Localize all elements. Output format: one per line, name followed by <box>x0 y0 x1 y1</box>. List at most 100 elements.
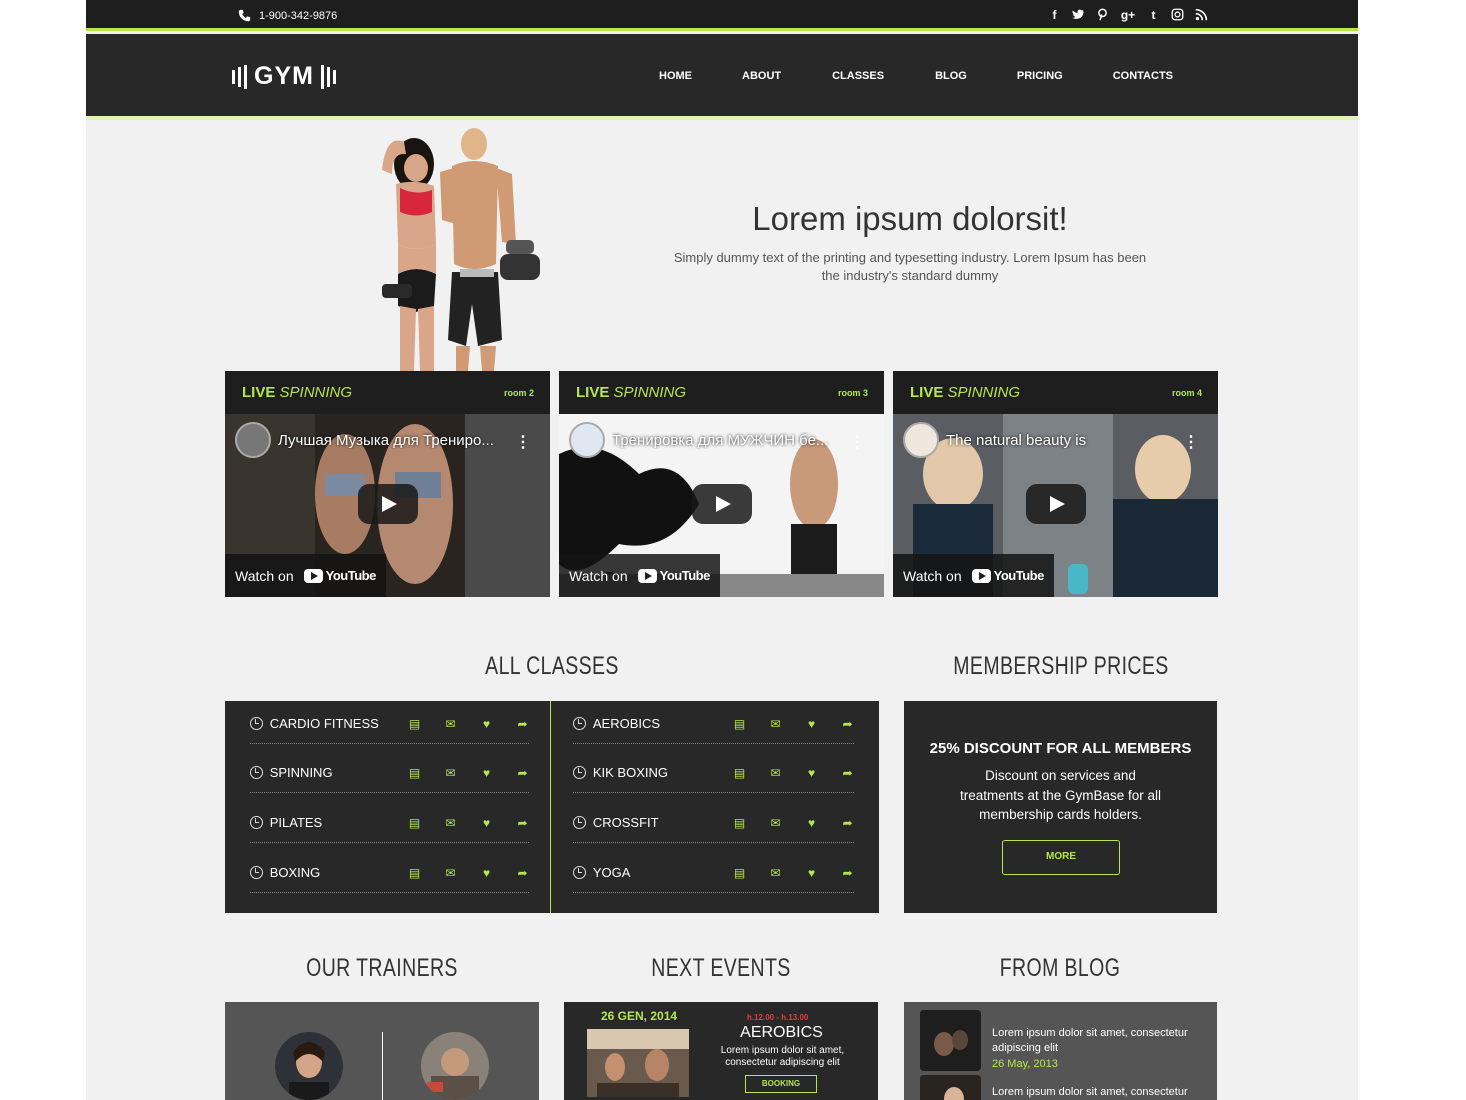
class-name[interactable]: BOXING <box>270 865 408 880</box>
mail-icon[interactable]: ✉ <box>444 718 457 730</box>
blog-thumbnail[interactable] <box>920 1075 981 1100</box>
share-icon[interactable]: ➦ <box>516 817 529 829</box>
event-date: 26 GEN, 2014 <box>601 1009 678 1023</box>
class-row[interactable]: CROSSFIT ▤ ✉ ♥ ➦ <box>573 803 854 843</box>
mail-icon[interactable]: ✉ <box>769 817 782 829</box>
mail-icon[interactable]: ✉ <box>769 867 782 879</box>
nav-home[interactable]: HOME <box>659 70 692 82</box>
more-vert-icon[interactable]: ⋮ <box>1183 432 1199 452</box>
video-title[interactable]: Лучшая Музыка для Трениро... <box>278 432 508 449</box>
blog-title[interactable]: Lorem ipsum dolor sit amet, consectetur <box>992 1085 1207 1100</box>
heart-icon[interactable]: ♥ <box>805 767 818 779</box>
nav-about[interactable]: ABOUT <box>742 70 781 82</box>
youtube-logo-icon: YouTube <box>303 568 376 583</box>
youtube-embed[interactable]: The natural beauty is ⋮ Watch on YouTube <box>893 414 1218 597</box>
share-icon[interactable]: ➦ <box>516 767 529 779</box>
event-time: h.12.00 - h.13.00 <box>747 1013 809 1022</box>
play-button-icon[interactable] <box>692 484 752 524</box>
class-name[interactable]: AEROBICS <box>593 716 733 731</box>
nav-classes[interactable]: CLASSES <box>832 70 884 82</box>
class-name[interactable]: PILATES <box>270 815 408 830</box>
membership-text: Discount on services and treatments at t… <box>959 768 1162 822</box>
share-icon[interactable]: ➦ <box>516 867 529 879</box>
share-icon[interactable]: ➦ <box>841 817 854 829</box>
more-vert-icon[interactable]: ⋮ <box>515 432 531 452</box>
video-title[interactable]: Тренировка для МУЖЧИН бе... <box>612 432 842 449</box>
class-row[interactable]: SPINNING ▤ ✉ ♥ ➦ <box>250 753 529 793</box>
class-row[interactable]: AEROBICS ▤ ✉ ♥ ➦ <box>573 704 854 744</box>
mail-icon[interactable]: ✉ <box>769 718 782 730</box>
class-row[interactable]: BOXING ▤ ✉ ♥ ➦ <box>250 853 529 893</box>
mail-icon[interactable]: ✉ <box>444 867 457 879</box>
timetable-icon[interactable]: ▤ <box>408 767 421 779</box>
main-header: GYM HOME ABOUT CLASSES BLOG PRICING CONT… <box>86 34 1358 120</box>
timetable-icon[interactable]: ▤ <box>733 718 746 730</box>
mail-icon[interactable]: ✉ <box>769 767 782 779</box>
more-button[interactable]: MORE <box>1002 840 1120 875</box>
trainer-avatar[interactable] <box>275 1032 343 1100</box>
mail-icon[interactable]: ✉ <box>444 767 457 779</box>
pinterest-icon[interactable] <box>1096 8 1109 23</box>
timetable-icon[interactable]: ▤ <box>408 718 421 730</box>
play-button-icon[interactable] <box>1026 484 1086 524</box>
share-icon[interactable]: ➦ <box>841 767 854 779</box>
share-icon[interactable]: ➦ <box>841 718 854 730</box>
logo-bars-right-icon <box>320 64 336 89</box>
timetable-icon[interactable]: ▤ <box>733 867 746 879</box>
youtube-embed[interactable]: Лучшая Музыка для Трениро... ⋮ Watch on … <box>225 414 550 597</box>
watch-on-youtube[interactable]: Watch on YouTube <box>893 554 1054 597</box>
timetable-icon[interactable]: ▤ <box>408 817 421 829</box>
class-name[interactable]: YOGA <box>593 865 733 880</box>
class-name[interactable]: CARDIO FITNESS <box>270 716 408 731</box>
class-name[interactable]: CROSSFIT <box>593 815 733 830</box>
timetable-icon[interactable]: ▤ <box>408 867 421 879</box>
class-row[interactable]: KIK BOXING ▤ ✉ ♥ ➦ <box>573 753 854 793</box>
logo[interactable]: GYM <box>232 62 336 91</box>
heart-icon[interactable]: ♥ <box>480 867 493 879</box>
video-title[interactable]: The natural beauty is <box>946 432 1176 449</box>
more-vert-icon[interactable]: ⋮ <box>849 432 865 452</box>
class-row[interactable]: PILATES ▤ ✉ ♥ ➦ <box>250 803 529 843</box>
play-button-icon[interactable] <box>358 484 418 524</box>
blog-panel: Lorem ipsum dolor sit amet, consectetur … <box>904 1002 1217 1100</box>
youtube-embed[interactable]: Тренировка для МУЖЧИН бе... ⋮ Watch on Y… <box>559 414 884 597</box>
blog-thumbnail[interactable] <box>920 1010 981 1071</box>
heart-icon[interactable]: ♥ <box>480 767 493 779</box>
rss-icon[interactable] <box>1195 8 1208 23</box>
twitter-icon[interactable] <box>1072 8 1085 23</box>
nav-blog[interactable]: BLOG <box>935 70 967 82</box>
watch-on-label: Watch on <box>235 567 294 584</box>
mail-icon[interactable]: ✉ <box>444 817 457 829</box>
channel-avatar[interactable] <box>569 422 605 458</box>
heart-icon[interactable]: ♥ <box>805 718 818 730</box>
class-row[interactable]: CARDIO FITNESS ▤ ✉ ♥ ➦ <box>250 704 529 744</box>
share-icon[interactable]: ➦ <box>516 718 529 730</box>
class-name[interactable]: SPINNING <box>270 765 408 780</box>
heart-icon[interactable]: ♥ <box>805 867 818 879</box>
phone-contact[interactable]: 1-900-342-9876 <box>238 9 337 22</box>
trainer-avatar[interactable] <box>421 1032 489 1100</box>
timetable-icon[interactable]: ▤ <box>733 817 746 829</box>
heart-icon[interactable]: ♥ <box>480 817 493 829</box>
booking-button[interactable]: BOOKING <box>745 1075 817 1093</box>
blog-title[interactable]: Lorem ipsum dolor sit amet, consectetur … <box>992 1026 1207 1056</box>
google-plus-icon[interactable]: g+ <box>1120 8 1136 23</box>
watch-on-youtube[interactable]: Watch on YouTube <box>225 554 386 597</box>
video-card-title: LIVE SPINNING <box>910 384 1021 401</box>
tumblr-icon[interactable]: t <box>1147 8 1160 23</box>
class-row[interactable]: YOGA ▤ ✉ ♥ ➦ <box>573 853 854 893</box>
channel-avatar[interactable] <box>903 422 939 458</box>
timetable-icon[interactable]: ▤ <box>733 767 746 779</box>
heart-icon[interactable]: ♥ <box>805 817 818 829</box>
instagram-icon[interactable] <box>1171 8 1184 23</box>
nav-pricing[interactable]: PRICING <box>1017 70 1063 82</box>
watch-on-youtube[interactable]: Watch on YouTube <box>559 554 720 597</box>
membership-title: 25% DISCOUNT FOR ALL MEMBERS <box>929 740 1192 757</box>
watch-on-label: Watch on <box>903 567 962 584</box>
channel-avatar[interactable] <box>235 422 271 458</box>
share-icon[interactable]: ➦ <box>841 867 854 879</box>
heart-icon[interactable]: ♥ <box>480 718 493 730</box>
facebook-icon[interactable]: f <box>1048 8 1061 23</box>
nav-contacts[interactable]: CONTACTS <box>1113 70 1173 82</box>
class-name[interactable]: KIK BOXING <box>593 765 733 780</box>
